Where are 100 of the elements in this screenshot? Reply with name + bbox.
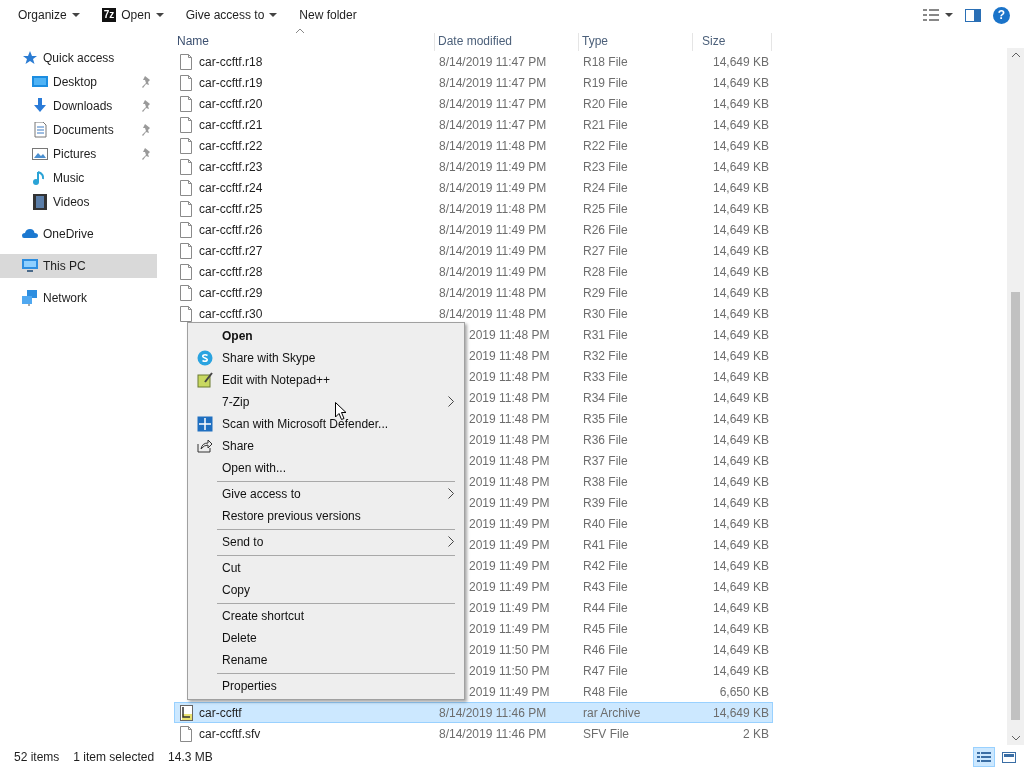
file-type: SFV File bbox=[582, 726, 630, 741]
column-header[interactable]: Date modified bbox=[435, 33, 579, 51]
file-size: 14,649 KB bbox=[711, 159, 770, 174]
file-row[interactable]: car-ccftf.r23 8/14/2019 11:49 PM R23 File 14,649 KB bbox=[174, 156, 773, 177]
file-icon bbox=[180, 158, 193, 175]
file-type: R38 File bbox=[582, 474, 629, 489]
menu-item[interactable]: Scan with Microsoft Defender... bbox=[188, 413, 464, 435]
nav-item[interactable]: OneDrive bbox=[0, 222, 157, 246]
scroll-up-icon[interactable] bbox=[1011, 52, 1020, 57]
menu-item[interactable]: Cut bbox=[188, 557, 464, 579]
toolbar-menu-button[interactable]: Give access to bbox=[177, 2, 286, 28]
nav-item[interactable]: Documents bbox=[0, 118, 157, 142]
toolbar-menu-button[interactable]: 7z Open bbox=[93, 2, 172, 28]
date-modified: 8/14/2019 11:48 PM bbox=[438, 306, 548, 321]
file-type: R44 File bbox=[582, 600, 629, 615]
file-size: 14,649 KB bbox=[711, 663, 770, 678]
file-type: R27 File bbox=[582, 243, 629, 258]
menu-item[interactable]: 7-Zip bbox=[188, 391, 464, 413]
menu-item[interactable]: Copy bbox=[188, 579, 464, 601]
nav-item[interactable]: Music bbox=[0, 166, 157, 190]
date-modified: 8/14/2019 11:48 PM bbox=[438, 285, 548, 300]
menu-item[interactable]: Open bbox=[188, 325, 464, 347]
menu-item[interactable]: Create shortcut bbox=[188, 605, 464, 627]
file-row[interactable]: car-ccftf.r28 8/14/2019 11:49 PM R28 File 14,649 KB bbox=[174, 261, 773, 282]
file-row[interactable]: car-ccftf 8/14/2019 11:46 PM rar Archive 14,649 KB bbox=[174, 702, 773, 723]
file-row[interactable]: car-ccftf.sfv 8/14/2019 11:46 PM SFV File 2 KB bbox=[174, 723, 773, 744]
mouse-pointer-icon bbox=[335, 402, 347, 421]
file-type: R33 File bbox=[582, 369, 629, 384]
file-icon bbox=[180, 116, 193, 133]
menu-item[interactable]: Share with Skype bbox=[188, 347, 464, 369]
file-icon bbox=[180, 95, 193, 112]
film-icon bbox=[32, 194, 48, 210]
file-row[interactable]: car-ccftf.r22 8/14/2019 11:48 PM R22 File 14,649 KB bbox=[174, 135, 773, 156]
file-type: R22 File bbox=[582, 138, 629, 153]
date-modified: 2019 11:49 PM bbox=[468, 684, 551, 699]
menu-item[interactable]: Edit with Notepad++ bbox=[188, 369, 464, 391]
nav-item[interactable]: This PC bbox=[0, 254, 157, 278]
scroll-thumb[interactable] bbox=[1011, 292, 1020, 720]
file-row[interactable]: car-ccftf.r29 8/14/2019 11:48 PM R29 File 14,649 KB bbox=[174, 282, 773, 303]
view-options-icon[interactable] bbox=[923, 9, 953, 21]
file-row[interactable]: car-ccftf.r25 8/14/2019 11:48 PM R25 File 14,649 KB bbox=[174, 198, 773, 219]
file-row[interactable]: car-ccftf.r27 8/14/2019 11:49 PM R27 File 14,649 KB bbox=[174, 240, 773, 261]
file-type: R46 File bbox=[582, 642, 629, 657]
date-modified: 8/14/2019 11:49 PM bbox=[438, 243, 548, 258]
scroll-down-icon[interactable] bbox=[1011, 736, 1020, 741]
details-list-icon bbox=[977, 750, 991, 763]
date-modified: 2019 11:48 PM bbox=[468, 348, 551, 363]
date-modified: 2019 11:50 PM bbox=[468, 642, 551, 657]
column-header[interactable]: Size bbox=[693, 33, 772, 51]
file-type: R39 File bbox=[582, 495, 629, 510]
file-size: 14,649 KB bbox=[711, 621, 770, 636]
toolbar-button[interactable]: New folder bbox=[291, 2, 365, 28]
file-type: R36 File bbox=[582, 432, 629, 447]
menu-item[interactable]: Open with... bbox=[188, 457, 464, 479]
file-name: car-ccftf.r19 bbox=[199, 75, 263, 90]
column-header[interactable]: Type bbox=[579, 33, 693, 51]
scrollbar[interactable] bbox=[1007, 48, 1024, 745]
file-type: R41 File bbox=[582, 537, 629, 552]
nav-item[interactable]: Desktop bbox=[0, 70, 157, 94]
large-icons-icon bbox=[1002, 750, 1016, 763]
nav-item[interactable]: Quick access bbox=[0, 46, 157, 70]
file-type: R47 File bbox=[582, 663, 629, 678]
date-modified: 8/14/2019 11:48 PM bbox=[438, 138, 548, 153]
help-button[interactable]: ? bbox=[993, 6, 1010, 24]
column-header[interactable]: Name bbox=[174, 33, 435, 51]
menu-item[interactable]: Share bbox=[188, 435, 464, 457]
file-size: 14,649 KB bbox=[711, 117, 770, 132]
nav-item[interactable]: Pictures bbox=[0, 142, 157, 166]
file-row[interactable]: car-ccftf.r24 8/14/2019 11:49 PM R24 File 14,649 KB bbox=[174, 177, 773, 198]
skype-icon bbox=[197, 350, 213, 366]
file-row[interactable]: car-ccftf.r26 8/14/2019 11:49 PM R26 File 14,649 KB bbox=[174, 219, 773, 240]
menu-item[interactable]: Rename bbox=[188, 649, 464, 671]
menu-item[interactable]: Properties bbox=[188, 675, 464, 697]
menu-item[interactable]: Send to bbox=[188, 531, 464, 553]
file-size: 14,649 KB bbox=[711, 96, 770, 111]
file-type: R29 File bbox=[582, 285, 629, 300]
details-view-button[interactable] bbox=[973, 746, 995, 767]
file-type: rar Archive bbox=[582, 705, 642, 720]
file-icon bbox=[180, 179, 193, 196]
nav-item[interactable]: Videos bbox=[0, 190, 157, 214]
notepad-icon bbox=[197, 372, 213, 388]
preview-pane-icon[interactable] bbox=[965, 8, 981, 22]
file-type: R34 File bbox=[582, 390, 629, 405]
menu-item[interactable]: Give access to bbox=[188, 483, 464, 505]
file-row[interactable]: car-ccftf.r19 8/14/2019 11:47 PM R19 File 14,649 KB bbox=[174, 72, 773, 93]
file-row[interactable]: car-ccftf.r30 8/14/2019 11:48 PM R30 File 14,649 KB bbox=[174, 303, 773, 324]
menu-item[interactable]: Restore previous versions bbox=[188, 505, 464, 527]
nav-item[interactable]: Downloads bbox=[0, 94, 157, 118]
file-row[interactable]: car-ccftf.r18 8/14/2019 11:47 PM R18 File 14,649 KB bbox=[174, 51, 773, 72]
toolbar-menu-button[interactable]: Organize bbox=[10, 2, 88, 28]
nav-item[interactable]: Network bbox=[0, 286, 157, 310]
file-row[interactable]: car-ccftf.r20 8/14/2019 11:47 PM R20 File 14,649 KB bbox=[174, 93, 773, 114]
menu-item[interactable]: Delete bbox=[188, 627, 464, 649]
date-modified: 2019 11:49 PM bbox=[468, 621, 551, 636]
file-type: R48 File bbox=[582, 684, 629, 699]
file-size: 6,650 KB bbox=[718, 684, 770, 699]
file-row[interactable]: car-ccftf.r21 8/14/2019 11:47 PM R21 File 14,649 KB bbox=[174, 114, 773, 135]
date-modified: 8/14/2019 11:47 PM bbox=[438, 96, 548, 111]
date-modified: 8/14/2019 11:49 PM bbox=[438, 180, 548, 195]
picture-icon bbox=[32, 146, 48, 162]
